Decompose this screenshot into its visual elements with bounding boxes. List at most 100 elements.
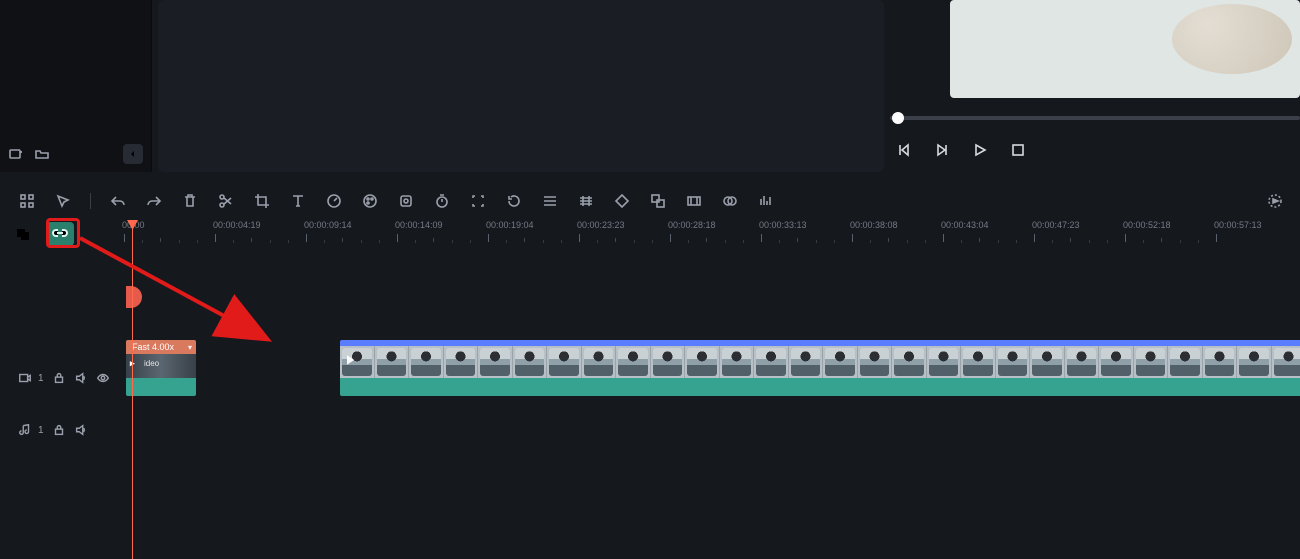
crop-icon[interactable]	[253, 192, 271, 210]
video-track-index: 1	[38, 373, 44, 384]
clip-audio-wave	[340, 378, 1300, 396]
timeline-body: 1 1	[0, 248, 1300, 559]
workspace-panel	[158, 0, 884, 172]
track-icon[interactable]	[577, 192, 595, 210]
video-track-controls: 1	[0, 364, 126, 392]
mute-icon[interactable]	[74, 423, 88, 437]
redo-icon[interactable]	[145, 192, 163, 210]
color-icon[interactable]	[361, 192, 379, 210]
player-preview[interactable]	[950, 0, 1300, 98]
filmstrip-frame	[444, 346, 479, 378]
rotate-icon[interactable]	[505, 192, 523, 210]
audio-track-index: 1	[38, 425, 44, 436]
clip-filmstrip	[340, 346, 1300, 378]
filmstrip-frame	[892, 346, 927, 378]
play-forward-button[interactable]	[934, 142, 950, 158]
ruler-label: 00:00:52:18	[1123, 220, 1171, 230]
filmstrip-frame	[478, 346, 513, 378]
ruler-label: 00:00:47:23	[1032, 220, 1080, 230]
audio-mix-icon[interactable]	[757, 192, 775, 210]
lock-icon[interactable]	[52, 371, 66, 385]
filmstrip-frame	[513, 346, 548, 378]
timer-icon[interactable]	[433, 192, 451, 210]
clip-speed-label: Fast 4.00x	[132, 342, 174, 352]
cursor-tool-icon[interactable]	[54, 192, 72, 210]
filmstrip-frame	[1203, 346, 1238, 378]
filmstrip-frame	[754, 346, 789, 378]
lock-icon[interactable]	[52, 423, 66, 437]
clip-audio-wave	[126, 378, 196, 396]
ruler-label: 00:00:19:04	[486, 220, 534, 230]
filmstrip-frame	[858, 346, 893, 378]
new-folder-icon[interactable]	[34, 146, 50, 162]
ruler-label: 00:00:14:09	[395, 220, 443, 230]
filmstrip-frame	[1237, 346, 1272, 378]
player-seekbar[interactable]	[890, 116, 1300, 120]
filmstrip-frame	[720, 346, 755, 378]
filmstrip-frame	[1099, 346, 1134, 378]
text-icon[interactable]	[289, 192, 307, 210]
filmstrip-frame	[961, 346, 996, 378]
collapse-panel-button[interactable]	[123, 144, 143, 164]
filmstrip-frame	[582, 346, 617, 378]
filmstrip-frame	[1134, 346, 1169, 378]
timeline-clip-speed[interactable]: Fast 4.00x ▸ ideo	[126, 340, 196, 396]
filmstrip-frame	[1168, 346, 1203, 378]
filmstrip-frame	[616, 346, 651, 378]
undo-icon[interactable]	[109, 192, 127, 210]
track-layers-icon[interactable]	[0, 220, 46, 248]
filmstrip-frame	[789, 346, 824, 378]
effects-icon[interactable]	[397, 192, 415, 210]
filmstrip-frame	[547, 346, 582, 378]
ruler-label: 00:00:04:19	[213, 220, 261, 230]
filmstrip-frame	[1065, 346, 1100, 378]
video-track-icon	[18, 371, 32, 385]
filmstrip-frame	[375, 346, 410, 378]
play-button[interactable]	[972, 142, 988, 158]
clip-thumbnail: ▸ ideo	[126, 354, 196, 378]
audio-track-controls: 1	[0, 416, 126, 444]
filmstrip-frame	[927, 346, 962, 378]
render-icon[interactable]	[1266, 192, 1284, 210]
prev-frame-button[interactable]	[896, 142, 912, 158]
clip-name: ideo	[144, 359, 159, 368]
mask-icon[interactable]	[721, 192, 739, 210]
timeline-toolbar	[0, 186, 1300, 216]
filmstrip-frame	[685, 346, 720, 378]
frame-icon[interactable]	[685, 192, 703, 210]
keyframe-icon[interactable]	[613, 192, 631, 210]
stop-button[interactable]	[1010, 142, 1026, 158]
split-icon[interactable]	[217, 192, 235, 210]
timeline-clip-main[interactable]	[340, 340, 1300, 396]
focus-icon[interactable]	[469, 192, 487, 210]
speed-icon[interactable]	[325, 192, 343, 210]
mute-icon[interactable]	[74, 371, 88, 385]
media-panel	[0, 0, 152, 172]
player-panel	[890, 0, 1300, 172]
auto-ripple-link-button[interactable]	[46, 222, 74, 246]
ruler-label: 00:00:23:23	[577, 220, 625, 230]
apps-icon[interactable]	[18, 192, 36, 210]
group-icon[interactable]	[649, 192, 667, 210]
filmstrip-frame	[1272, 346, 1300, 378]
clip-speed-badge[interactable]: Fast 4.00x	[126, 340, 196, 354]
ruler-label: 00:00:38:08	[850, 220, 898, 230]
audio-track-icon	[18, 423, 32, 437]
delete-icon[interactable]	[181, 192, 199, 210]
playhead[interactable]	[132, 220, 133, 559]
filmstrip-frame	[823, 346, 858, 378]
visibility-icon[interactable]	[96, 371, 110, 385]
timeline-ruler[interactable]: 00:0000:00:04:1900:00:09:1400:00:14:0900…	[124, 220, 1300, 248]
filmstrip-frame	[340, 346, 375, 378]
filmstrip-frame	[651, 346, 686, 378]
ruler-label: 00:00:09:14	[304, 220, 352, 230]
filmstrip-frame	[1030, 346, 1065, 378]
ruler-label: 00:00:43:04	[941, 220, 989, 230]
ruler-label: 00:00:33:13	[759, 220, 807, 230]
align-icon[interactable]	[541, 192, 559, 210]
filmstrip-frame	[409, 346, 444, 378]
new-item-icon[interactable]	[8, 146, 24, 162]
ruler-label: 00:00:57:13	[1214, 220, 1262, 230]
ruler-label: 00:00:28:18	[668, 220, 716, 230]
filmstrip-frame	[996, 346, 1031, 378]
